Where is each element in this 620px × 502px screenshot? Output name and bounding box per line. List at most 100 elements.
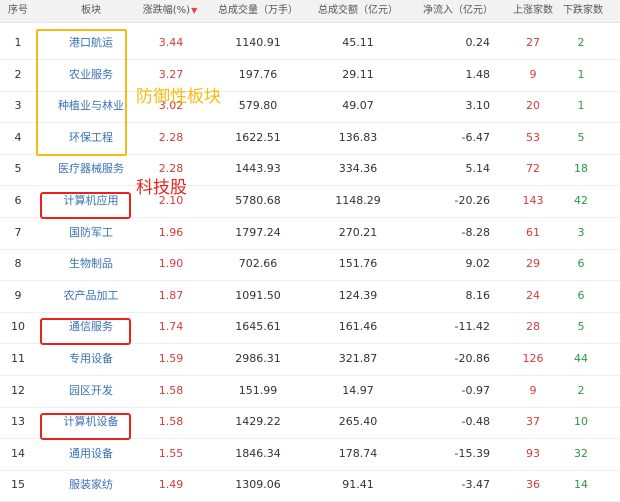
total-amount: 321.87 (338, 352, 378, 365)
down-count: 10 (574, 415, 588, 429)
change-percent: 3.44 (158, 36, 184, 49)
total-amount: 178.74 (338, 446, 378, 460)
sector-name-link[interactable]: 园区开发 (36, 375, 146, 407)
total-volume: 1797.24 (235, 225, 281, 239)
up-count: 61 (526, 225, 540, 239)
row-number: 4 (14, 130, 22, 144)
table-row[interactable]: 5 医疗器械服务 2.28 1443.93 334.36 5.14 72 18 (0, 153, 620, 187)
row-number: 7 (14, 225, 22, 239)
total-volume: 1091.50 (235, 288, 281, 302)
down-count: 18 (574, 162, 588, 176)
table-header: 序号 板块 涨跌幅(%)▼ 总成交量（万手） 总成交额（亿元） 净流入（亿元） … (0, 0, 620, 23)
total-volume: 1429.22 (235, 415, 281, 429)
total-volume: 5780.68 (235, 194, 281, 207)
row-number: 13 (11, 415, 25, 429)
total-amount: 124.39 (338, 288, 378, 302)
table-row[interactable]: 11 专用设备 1.59 2986.31 321.87 -20.86 126 44 (0, 343, 620, 376)
header-up-count[interactable]: 上涨家数 (508, 0, 558, 22)
row-number: 3 (14, 99, 22, 113)
total-volume: 197.76 (238, 67, 278, 81)
net-inflow: 3.10 (465, 99, 491, 113)
down-count: 2 (577, 36, 585, 49)
change-percent: 1.96 (158, 225, 184, 239)
header-amount[interactable]: 总成交额（亿元） (316, 0, 400, 22)
up-count: 9 (529, 67, 537, 81)
up-count: 27 (526, 36, 540, 49)
row-number: 11 (11, 352, 25, 365)
total-amount: 136.83 (338, 130, 378, 144)
net-inflow: -15.39 (454, 446, 490, 460)
sector-name-link[interactable]: 通用设备 (36, 438, 146, 470)
sector-name-link[interactable]: 专用设备 (36, 343, 146, 375)
change-percent: 1.87 (158, 288, 184, 302)
sector-name-link[interactable]: 生物制品 (36, 248, 146, 280)
down-count: 5 (577, 320, 585, 334)
up-count: 93 (526, 446, 540, 460)
total-amount: 91.41 (342, 478, 374, 492)
row-number: 14 (11, 446, 25, 460)
header-netflow[interactable]: 净流入（亿元） (418, 0, 498, 22)
row-number: 2 (14, 67, 22, 81)
change-percent: 1.59 (158, 352, 184, 365)
total-amount: 265.40 (338, 415, 378, 429)
tech-highlight-box-1 (40, 192, 131, 219)
table-row[interactable]: 8 生物制品 1.90 702.66 151.76 9.02 29 6 (0, 248, 620, 282)
change-percent: 1.90 (158, 257, 184, 271)
header-change[interactable]: 涨跌幅(%)▼ (140, 0, 200, 22)
total-volume: 1443.93 (235, 162, 281, 176)
total-volume: 2986.31 (235, 352, 281, 365)
total-volume: 1309.06 (235, 478, 281, 492)
change-percent: 1.58 (158, 383, 184, 397)
row-number: 15 (11, 478, 25, 492)
header-no: 序号 (8, 5, 28, 16)
sector-name-link[interactable]: 服装家纺 (36, 469, 146, 501)
total-amount: 14.97 (342, 383, 374, 397)
net-inflow: -20.26 (454, 194, 490, 207)
total-amount: 1148.29 (335, 194, 381, 207)
net-inflow: -0.97 (461, 383, 490, 397)
down-count: 2 (577, 383, 585, 397)
row-number: 9 (14, 288, 22, 302)
sector-name-link[interactable]: 国防军工 (36, 217, 146, 249)
up-count: 9 (529, 383, 537, 397)
total-amount: 29.11 (342, 67, 374, 81)
row-number: 6 (14, 194, 22, 207)
tech-stock-annotation: 科技股 (136, 178, 187, 198)
up-count: 28 (526, 320, 540, 334)
net-inflow: 9.02 (465, 257, 491, 271)
sector-name-link[interactable]: 农产品加工 (36, 280, 146, 312)
header-down-count[interactable]: 下跌家数 (558, 0, 608, 22)
row-number: 5 (14, 162, 22, 176)
total-volume: 1645.61 (235, 320, 281, 334)
change-percent: 2.28 (158, 130, 184, 144)
table-row[interactable]: 15 服装家纺 1.49 1309.06 91.41 -3.47 36 14 (0, 469, 620, 502)
table-row[interactable]: 12 园区开发 1.58 151.99 14.97 -0.97 9 2 (0, 375, 620, 408)
up-count: 37 (526, 415, 540, 429)
down-count: 6 (577, 288, 585, 302)
up-count: 24 (526, 288, 540, 302)
row-number: 8 (14, 257, 22, 271)
up-count: 72 (526, 162, 540, 176)
net-inflow: 1.48 (465, 67, 491, 81)
down-count: 3 (577, 225, 585, 239)
down-count: 14 (574, 478, 588, 492)
total-amount: 161.46 (338, 320, 378, 334)
table-row[interactable]: 14 通用设备 1.55 1846.34 178.74 -15.39 93 32 (0, 438, 620, 471)
down-count: 1 (577, 99, 585, 113)
table-row[interactable]: 7 国防军工 1.96 1797.24 270.21 -8.28 61 3 (0, 217, 620, 250)
table-row[interactable]: 9 农产品加工 1.87 1091.50 124.39 8.16 24 6 (0, 280, 620, 313)
up-count: 36 (526, 478, 540, 492)
up-count: 53 (526, 130, 540, 144)
header-sector[interactable]: 板块 (36, 0, 146, 22)
header-volume[interactable]: 总成交量（万手） (210, 0, 306, 22)
total-volume: 1846.34 (235, 446, 281, 460)
up-count: 29 (526, 257, 540, 271)
up-count: 20 (526, 99, 540, 113)
net-inflow: 5.14 (465, 162, 491, 176)
net-inflow: -20.86 (454, 352, 490, 365)
net-inflow: -8.28 (461, 225, 490, 239)
net-inflow: 0.24 (465, 36, 491, 49)
total-amount: 49.07 (342, 99, 374, 113)
net-inflow: -3.47 (461, 478, 490, 492)
sector-name-link[interactable]: 医疗器械服务 (36, 153, 146, 185)
